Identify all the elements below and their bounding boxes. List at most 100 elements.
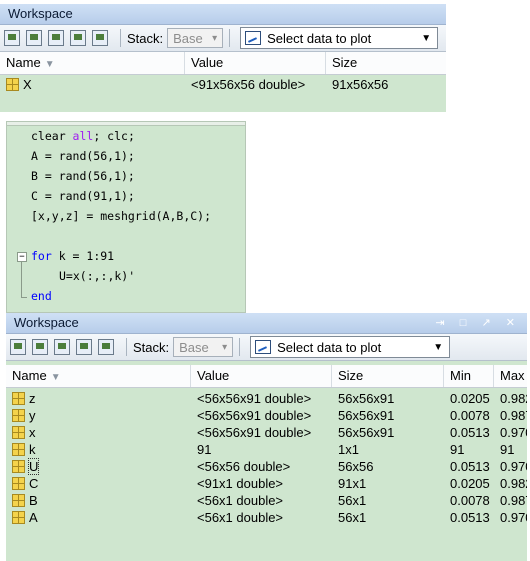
bottom-table-header: Name ▼ Value Size Min Max — [6, 365, 527, 388]
column-header-size[interactable]: Size — [332, 365, 444, 387]
variable-name: U — [27, 458, 40, 475]
variable-max: 91 — [500, 442, 515, 457]
stack-select[interactable]: Base ▾ — [167, 28, 224, 48]
variable-name: z — [29, 391, 36, 406]
chevron-down-icon: ▾ — [222, 341, 228, 353]
variable-size: 56x56x91 — [338, 391, 395, 406]
table-row[interactable]: z <56x56x91 double> 56x56x91 0.0205 0.98… — [6, 390, 527, 407]
plot-select[interactable]: Select data to plot ▼ — [250, 336, 451, 358]
bottom-workspace-title: Workspace ⇥ □ ↗ ✕ — [6, 313, 527, 334]
variable-value: <91x1 double> — [197, 476, 284, 491]
top-toolbar: Stack: Base ▾ Select data to plot ▼ — [0, 25, 446, 52]
code-editor[interactable]: clear all; clc; A = rand(56,1); B = rand… — [6, 121, 246, 313]
toolbar-divider — [239, 338, 241, 356]
table-row[interactable]: X <91x56x56 double> 91x56x56 — [0, 75, 446, 95]
variable-value: <56x56 double> — [197, 459, 291, 474]
code-line: U=x(:,:,k)' — [59, 269, 136, 283]
code-line: [x,y,z] = meshgrid(A,B,C); — [31, 209, 212, 223]
column-header-label: Size — [338, 368, 364, 383]
print-icon[interactable] — [98, 339, 114, 355]
variable-size: 1x1 — [338, 442, 359, 457]
import-data-icon[interactable] — [48, 30, 64, 46]
variable-max: 0.982 — [500, 476, 527, 491]
chevron-down-icon: ▼ — [421, 32, 432, 44]
code-line: clear all; clc; — [31, 129, 135, 143]
variable-max: 0.987 — [500, 493, 527, 508]
column-header-label: Value — [191, 55, 224, 70]
column-header-min[interactable]: Min — [444, 365, 494, 387]
variable-min: 0.0078 — [450, 408, 490, 423]
collapse-icon[interactable]: − — [17, 252, 27, 262]
save-workspace-icon[interactable] — [76, 339, 92, 355]
variable-icon — [12, 443, 25, 456]
window-controls[interactable]: ⇥ □ ↗ ✕ — [436, 313, 521, 333]
column-header-value[interactable]: Value — [191, 365, 332, 387]
variable-value: <56x56x91 double> — [197, 408, 312, 423]
column-header-label: Size — [332, 55, 358, 70]
column-header-label: Min — [450, 368, 471, 383]
toolbar-divider — [126, 338, 127, 356]
variable-size: 56x1 — [338, 510, 367, 525]
variable-size: 56x1 — [338, 493, 367, 508]
table-row[interactable]: y <56x56x91 double> 56x56x91 0.0078 0.98… — [6, 407, 527, 424]
column-header-name[interactable]: Name ▼ — [6, 365, 191, 387]
code-keyword: end — [31, 289, 52, 303]
workspace-title-text: Workspace — [14, 315, 79, 330]
variable-size: 56x56 — [338, 459, 374, 474]
variable-size: 56x56x91 — [338, 408, 395, 423]
code-text: k = 1:91 — [51, 249, 115, 263]
stack-select-value: Base — [173, 30, 203, 46]
variable-min: 0.0205 — [450, 391, 490, 406]
plot-icon — [245, 31, 262, 45]
code-text: clear — [31, 129, 73, 143]
variable-max: 0.970 — [500, 459, 527, 474]
column-header-name[interactable]: Name ▼ — [0, 52, 185, 74]
variable-name: A — [29, 510, 38, 525]
variable-name-cell: X — [0, 75, 185, 95]
table-row[interactable]: x <56x56x91 double> 56x56x91 0.0513 0.97… — [6, 424, 527, 441]
variable-size: 91x1 — [338, 476, 367, 491]
code-line: B = rand(56,1); — [31, 169, 135, 183]
column-header-max[interactable]: Max — [494, 365, 527, 387]
open-variable-icon[interactable] — [32, 339, 48, 355]
new-variable-icon[interactable] — [4, 30, 20, 46]
stack-select[interactable]: Base ▾ — [173, 337, 234, 357]
code-line: A = rand(56,1); — [31, 149, 135, 163]
fold-guide-end — [21, 297, 27, 298]
variable-icon — [12, 460, 25, 473]
new-variable-icon[interactable] — [10, 339, 26, 355]
variable-icon — [12, 409, 25, 422]
variable-name: X — [23, 77, 32, 92]
variable-name-cell: C — [6, 475, 191, 492]
variable-name-cell: z — [6, 390, 191, 407]
column-header-value[interactable]: Value — [185, 52, 326, 74]
column-header-label: Name — [6, 55, 41, 70]
table-row[interactable]: C <91x1 double> 91x1 0.0205 0.982 — [6, 475, 527, 492]
chevron-down-icon: ▼ — [433, 341, 444, 353]
variable-value: <56x1 double> — [197, 493, 284, 508]
variable-min: 0.0513 — [450, 510, 490, 525]
table-row[interactable]: U <56x56 double> 56x56 0.0513 0.970 — [6, 458, 527, 475]
toolbar-divider — [120, 29, 121, 47]
table-row[interactable]: B <56x1 double> 56x1 0.0078 0.987 — [6, 492, 527, 509]
code-line: C = rand(91,1); — [31, 189, 135, 203]
bottom-workspace-panel: Workspace ⇥ □ ↗ ✕ Stack: Base ▾ Select d… — [6, 313, 527, 561]
column-header-size[interactable]: Size — [326, 52, 446, 74]
column-header-label: Name — [12, 368, 47, 383]
variable-min: 0.0078 — [450, 493, 490, 508]
variable-name: k — [29, 442, 36, 457]
open-variable-icon[interactable] — [26, 30, 42, 46]
stack-select-value: Base — [179, 339, 209, 355]
variable-name: y — [29, 408, 36, 423]
bottom-toolbar: Stack: Base ▾ Select data to plot ▼ — [6, 334, 527, 361]
variable-min: 0.0513 — [450, 459, 490, 474]
print-icon[interactable] — [92, 30, 108, 46]
save-workspace-icon[interactable] — [70, 30, 86, 46]
bottom-table-body: z <56x56x91 double> 56x56x91 0.0205 0.98… — [6, 388, 527, 526]
stack-label: Stack: — [127, 30, 164, 46]
table-row[interactable]: k 91 1x1 91 91 — [6, 441, 527, 458]
plot-select[interactable]: Select data to plot ▼ — [240, 27, 439, 49]
table-row[interactable]: A <56x1 double> 56x1 0.0513 0.970 — [6, 509, 527, 526]
import-data-icon[interactable] — [54, 339, 70, 355]
variable-max: 0.970 — [500, 425, 527, 440]
